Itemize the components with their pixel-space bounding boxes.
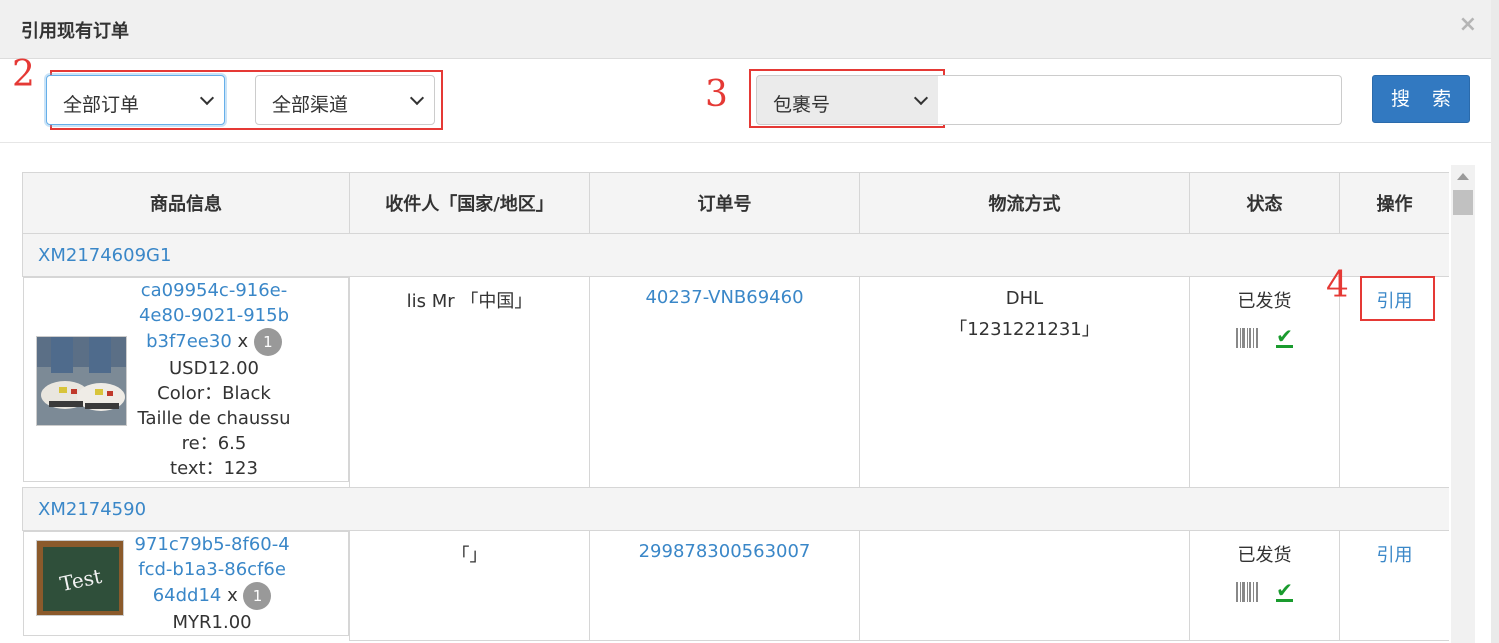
logistics-cell [859, 530, 1190, 641]
search-button[interactable]: 搜 索 [1372, 75, 1470, 123]
product-info: 971c79b5-8f60-4 fcd-b1a3-86cf6e 64dd14 x… [135, 532, 290, 635]
header-product: 商品信息 [22, 172, 350, 234]
order-no-cell: 40237-VNB69460 [589, 276, 860, 488]
status-cell: 已发货 ✔ [1189, 530, 1340, 641]
scrollbar-thumb[interactable] [1453, 190, 1473, 215]
table-row: ca09954c-916e- 4e80-9021-915b b3f7ee30 x… [22, 276, 1449, 488]
logistics-cell: DHL 「1231221231」 [859, 276, 1190, 488]
check-icon[interactable]: ✔ [1276, 580, 1293, 602]
window-edge [1491, 0, 1499, 643]
chevron-down-icon [409, 90, 425, 106]
price: USD12.00 [168, 358, 259, 379]
search-input[interactable] [938, 75, 1342, 125]
tracking-number: 「1231221231」 [949, 319, 1100, 340]
barcode-icon[interactable] [1236, 327, 1259, 348]
status-text: 已发货 [1237, 291, 1292, 312]
quote-link[interactable]: 引用 [1377, 545, 1413, 566]
group-row: XM2174609G1 [22, 233, 1449, 277]
table-scrollbar[interactable] [1451, 165, 1475, 643]
orders-table-container: 商品信息 收件人「国家/地区」 订单号 物流方式 状态 操作 XM2174609… [22, 172, 1449, 643]
recipient-cell: lis Mr 「中国」 [349, 276, 590, 488]
filter-bar: 2 全部订单 全部渠道 3 包裹号 搜 索 [0, 54, 1499, 143]
product-thumbnail[interactable] [35, 336, 127, 426]
qty-badge: 1 [253, 328, 282, 356]
recipient-cell: 「」 [349, 530, 590, 641]
sku-line: ca09954c-916e- [140, 280, 288, 301]
dialog-titlebar: 引用现有订单 × [0, 0, 1499, 59]
group-row: XM2174590 [22, 487, 1449, 531]
price: MYR1.00 [172, 612, 252, 633]
header-action: 操作 [1339, 172, 1449, 234]
sku-line: fcd-b1a3-86cf6e [138, 559, 286, 580]
product-info: ca09954c-916e- 4e80-9021-915b b3f7ee30 x… [138, 278, 291, 481]
qty-prefix: x [227, 585, 238, 606]
sku-line: b3f7ee30 [146, 331, 232, 352]
chevron-down-icon [199, 90, 215, 106]
product-cell: ca09954c-916e- 4e80-9021-915b b3f7ee30 x… [22, 277, 349, 482]
attr-line: re：6.5 [181, 433, 247, 454]
attr-line: Color：Black [157, 383, 271, 404]
annotation-2: 2 [12, 54, 35, 95]
channel-value: 全部渠道 [272, 94, 349, 116]
status-text: 已发货 [1237, 545, 1292, 566]
check-icon[interactable]: ✔ [1276, 326, 1293, 348]
group-id-link[interactable]: XM2174609G1 [38, 245, 171, 266]
attr-line: text：123 [170, 458, 258, 479]
recipient-text: lis Mr 「中国」 [406, 291, 533, 312]
recipient-text: 「」 [451, 545, 488, 566]
header-recipient: 收件人「国家/地区」 [349, 172, 590, 234]
scroll-up-icon[interactable] [1457, 173, 1469, 180]
close-icon[interactable]: × [1459, 12, 1477, 37]
header-logistics: 物流方式 [859, 172, 1190, 234]
order-no-cell: 299878300563007 [589, 530, 860, 641]
sku-link[interactable]: ca09954c-916e- 4e80-9021-915b b3f7ee30 x… [138, 278, 291, 356]
table-row: Test 971c79b5-8f60-4 fcd-b1a3-86cf6e 64d… [22, 530, 1449, 641]
product-cell: Test 971c79b5-8f60-4 fcd-b1a3-86cf6e 64d… [22, 531, 349, 636]
dialog-title: 引用现有订单 [21, 21, 129, 42]
order-scope-select[interactable]: 全部订单 [46, 75, 225, 125]
qty-badge: 1 [243, 582, 272, 610]
group-id-link[interactable]: XM2174590 [38, 499, 146, 520]
status-cell: 已发货 ✔ [1189, 276, 1340, 488]
product-thumbnail[interactable]: Test [35, 540, 124, 616]
annotation-3: 3 [705, 74, 728, 115]
annotation-box-3 [749, 69, 945, 128]
order-no-link[interactable]: 299878300563007 [639, 541, 811, 562]
header-order-no: 订单号 [589, 172, 860, 234]
orders-table: 商品信息 收件人「国家/地区」 订单号 物流方式 状态 操作 XM2174609… [22, 172, 1449, 641]
table-header-row: 商品信息 收件人「国家/地区」 订单号 物流方式 状态 操作 [22, 172, 1449, 234]
action-cell: 引用 [1339, 530, 1449, 641]
header-status: 状态 [1189, 172, 1340, 234]
sku-line: 4e80-9021-915b [138, 305, 289, 326]
sku-line: 971c79b5-8f60-4 [134, 534, 290, 555]
annotation-4: 4 [1326, 265, 1349, 306]
logistics-method: DHL [1005, 288, 1044, 309]
attr-line: Taille de chaussu [137, 408, 291, 429]
qty-prefix: x [237, 331, 249, 352]
sku-link[interactable]: 971c79b5-8f60-4 fcd-b1a3-86cf6e 64dd14 x… [135, 532, 290, 610]
channel-select[interactable]: 全部渠道 [255, 75, 435, 125]
barcode-icon[interactable] [1236, 581, 1259, 602]
order-scope-value: 全部订单 [63, 94, 140, 116]
order-no-link[interactable]: 40237-VNB69460 [645, 287, 803, 308]
annotation-box-4 [1360, 276, 1435, 321]
sku-line: 64dd14 [152, 585, 222, 606]
